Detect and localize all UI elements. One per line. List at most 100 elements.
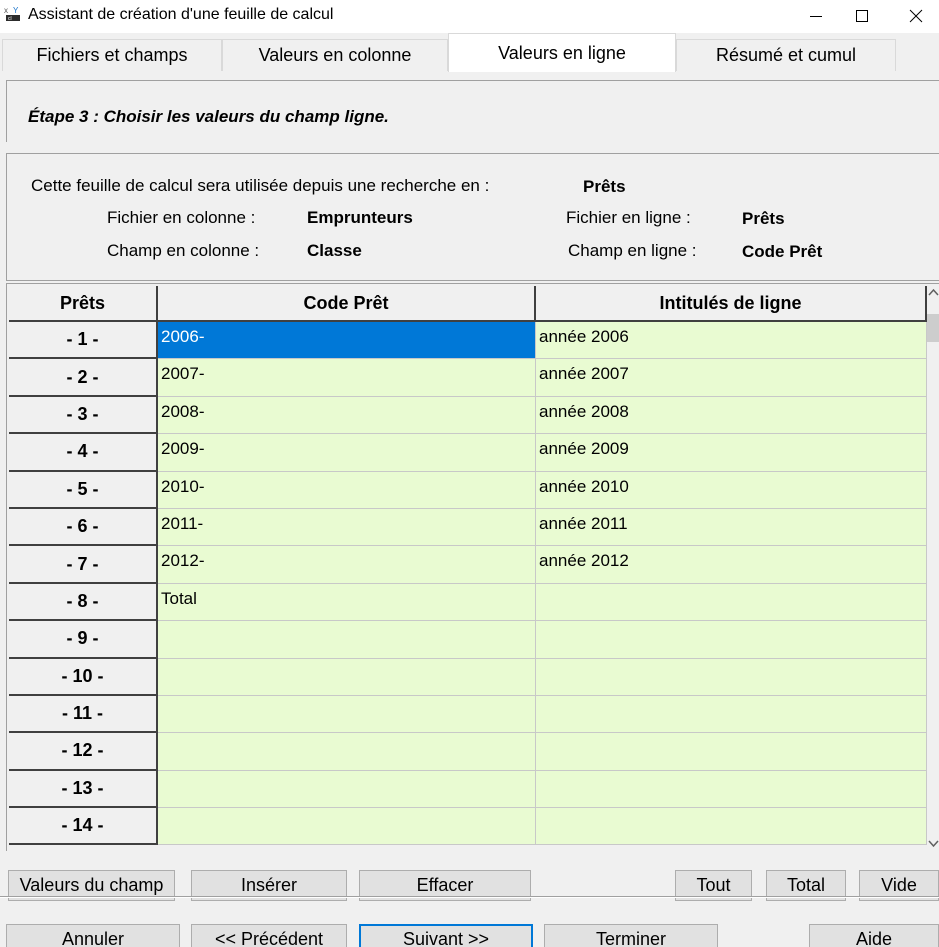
row-number-header[interactable]: - 1 -: [9, 322, 158, 360]
tab-summary[interactable]: Résumé et cumul: [676, 39, 896, 71]
scroll-down-icon[interactable]: [928, 840, 939, 848]
row-number-header[interactable]: - 13 -: [9, 770, 158, 809]
minimize-icon: [810, 16, 822, 17]
close-icon: [909, 9, 923, 23]
code-cell[interactable]: [158, 733, 536, 771]
row-field-value: Code Prêt: [742, 242, 823, 261]
row-label-cell[interactable]: [536, 770, 927, 809]
column-file-label: Fichier en colonne :: [107, 208, 256, 227]
search-context-value: Prêts: [583, 177, 626, 196]
table-row[interactable]: - 14 -: [9, 808, 927, 846]
code-cell[interactable]: [158, 770, 536, 809]
row-field-label: Champ en ligne :: [568, 241, 697, 260]
column-header-code[interactable]: Code Prêt: [158, 286, 536, 322]
grid-rows: - 1 -2006- année 2006- 2 -2007- année 2007…: [9, 322, 927, 846]
row-file-value: Prêts: [742, 209, 785, 228]
table-row[interactable]: - 11 -: [9, 695, 927, 734]
cancel-button[interactable]: Annuler: [6, 924, 180, 947]
spreadsheet-app-icon: x Y cl: [4, 4, 24, 22]
column-field-label: Champ en colonne :: [107, 241, 260, 260]
search-context-label: Cette feuille de calcul sera utilisée de…: [31, 176, 490, 195]
row-label-cell[interactable]: [536, 733, 927, 771]
table-row[interactable]: - 13 -: [9, 770, 927, 809]
column-header-row-labels[interactable]: Intitulés de ligne: [536, 286, 927, 322]
row-label-cell[interactable]: [536, 621, 927, 659]
row-values-grid[interactable]: Prêts Code Prêt Intitulés de ligne - 1 -…: [6, 283, 939, 851]
window-title: Assistant de création d'une feuille de c…: [28, 6, 334, 23]
row-number-header[interactable]: - 14 -: [9, 808, 158, 846]
row-number-header[interactable]: - 4 -: [9, 434, 158, 472]
row-number-header[interactable]: - 9 -: [9, 621, 158, 659]
close-button[interactable]: [893, 0, 939, 32]
scroll-up-icon[interactable]: [928, 288, 939, 296]
tab-strip: Fichiers et champs Valeurs en colonne Va…: [0, 33, 939, 72]
previous-button[interactable]: << Précédent: [191, 924, 347, 947]
row-label-cell[interactable]: [536, 658, 927, 696]
code-cell[interactable]: 2007-: [158, 359, 536, 397]
row-number-header[interactable]: - 11 -: [9, 695, 158, 734]
row-label-cell[interactable]: année 2008: [536, 396, 927, 435]
maximize-icon: [856, 10, 868, 22]
info-section: Cette feuille de calcul sera utilisée de…: [6, 153, 939, 281]
row-number-header[interactable]: - 7 -: [9, 546, 158, 584]
maximize-button[interactable]: [839, 0, 885, 32]
row-number-header[interactable]: - 3 -: [9, 396, 158, 435]
vertical-scrollbar[interactable]: [927, 284, 939, 851]
row-label-cell[interactable]: année 2006: [536, 322, 927, 360]
row-number-header[interactable]: - 12 -: [9, 733, 158, 771]
code-cell[interactable]: 2009-: [158, 434, 536, 472]
table-row[interactable]: - 1 -2006- année 2006: [9, 322, 927, 360]
code-cell[interactable]: [158, 658, 536, 696]
finish-button[interactable]: Terminer: [544, 924, 718, 947]
scrollbar-thumb[interactable]: [927, 314, 939, 342]
row-file-label: Fichier en ligne :: [566, 208, 691, 227]
svg-text:Y: Y: [13, 6, 19, 15]
table-row[interactable]: - 8 - Total: [9, 583, 927, 622]
table-row[interactable]: - 10 -: [9, 658, 927, 696]
code-cell[interactable]: [158, 808, 536, 846]
tab-files-and-fields[interactable]: Fichiers et champs: [2, 39, 222, 71]
row-number-header[interactable]: - 5 -: [9, 471, 158, 509]
row-number-header[interactable]: - 10 -: [9, 658, 158, 696]
column-field-value: Classe: [307, 241, 362, 260]
tab-column-values[interactable]: Valeurs en colonne: [222, 39, 448, 71]
code-cell[interactable]: 2010-: [158, 471, 536, 509]
table-row[interactable]: - 5 -2010- année 2010: [9, 471, 927, 509]
help-button[interactable]: Aide: [809, 924, 939, 947]
table-row[interactable]: - 7 -2012- année 2012: [9, 546, 927, 584]
wizard-panel: Étape 3 : Choisir les valeurs du champ l…: [0, 71, 939, 947]
table-row[interactable]: - 12 -: [9, 733, 927, 771]
row-label-cell[interactable]: année 2011: [536, 508, 927, 547]
row-label-cell[interactable]: année 2010: [536, 471, 927, 509]
row-number-header[interactable]: - 6 -: [9, 508, 158, 547]
title-bar: x Y cl Assistant de création d'une feuil…: [0, 0, 939, 33]
step-header: Étape 3 : Choisir les valeurs du champ l…: [6, 80, 939, 142]
row-number-header[interactable]: - 2 -: [9, 359, 158, 397]
row-label-cell[interactable]: année 2007: [536, 359, 927, 397]
column-file-value: Emprunteurs: [307, 208, 413, 227]
row-label-cell[interactable]: [536, 808, 927, 846]
minimize-button[interactable]: [793, 0, 839, 32]
svg-text:x: x: [4, 6, 8, 15]
row-label-cell[interactable]: [536, 695, 927, 734]
svg-text:cl: cl: [8, 16, 12, 22]
table-row[interactable]: - 2 -2007- année 2007: [9, 359, 927, 397]
code-cell[interactable]: 2012-: [158, 546, 536, 584]
row-label-cell[interactable]: [536, 583, 927, 622]
code-cell[interactable]: Total: [158, 583, 536, 622]
tab-row-values[interactable]: Valeurs en ligne: [448, 33, 676, 72]
row-label-cell[interactable]: année 2009: [536, 434, 927, 472]
code-cell[interactable]: [158, 695, 536, 734]
code-cell[interactable]: 2006-: [158, 322, 536, 360]
table-row[interactable]: - 3 -2008- année 2008: [9, 396, 927, 435]
code-cell[interactable]: [158, 621, 536, 659]
code-cell[interactable]: 2011-: [158, 508, 536, 547]
table-row[interactable]: - 6 -2011- année 2011: [9, 508, 927, 547]
row-label-cell[interactable]: année 2012: [536, 546, 927, 584]
table-row[interactable]: - 9 -: [9, 621, 927, 659]
footer-separator: [0, 896, 939, 898]
table-row[interactable]: - 4 -2009- année 2009: [9, 434, 927, 472]
row-number-header[interactable]: - 8 -: [9, 583, 158, 622]
next-button[interactable]: Suivant >>: [359, 924, 533, 947]
code-cell[interactable]: 2008-: [158, 396, 536, 435]
